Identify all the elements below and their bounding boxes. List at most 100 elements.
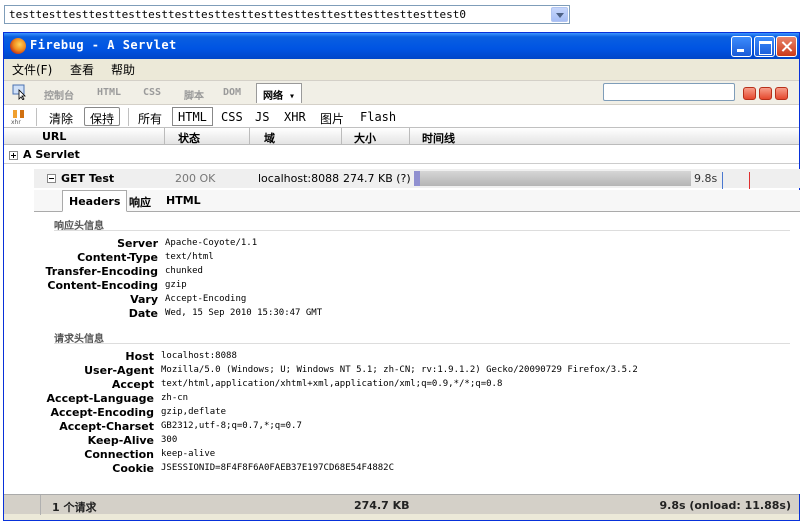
response-header-value: gzip [165,280,187,290]
search-input[interactable] [603,83,735,101]
section-divider [54,230,790,231]
column-status[interactable]: 状态 [178,130,200,146]
request-header-value: GB2312,utf-8;q=0.7,*;q=0.7 [161,421,302,431]
column-size[interactable]: 大小 [354,130,376,146]
response-header-name: Server [117,237,158,250]
request-header-value: gzip,deflate [161,407,227,417]
total-time: 9.8s (onload: 11.88s) [659,499,791,512]
tab-console[interactable]: 控制台 [44,87,74,102]
net-filter-toolbar: xhr 清除 保持 所有 HTML CSS JS XHR 图片 Flash [4,104,799,128]
request-count: 1 个请求 [52,501,97,514]
tab-css[interactable]: CSS [143,87,161,98]
tab-dom[interactable]: DOM [223,87,241,98]
firebug-detach-button[interactable] [759,87,772,100]
filter-flash[interactable]: Flash [360,110,396,124]
onload-marker [749,172,750,189]
net-column-header: URL 状态 域 大小 时间线 [4,128,799,145]
panel-toolbar: 控制台 HTML CSS 脚本 DOM 网络 ▾ [4,80,799,104]
window-title: Firebug - A Servlet [30,38,177,52]
request-size: 274.7 KB (?) [343,172,411,185]
column-separator [409,128,410,145]
dom-content-loaded-marker [722,172,723,189]
page-group-row[interactable]: A Servlet [4,145,799,164]
response-header-name: Content-Type [77,251,158,264]
tab-net[interactable]: 网络 ▾ [256,83,303,103]
persist-button[interactable]: 保持 [84,107,121,126]
request-status: 200 OK [175,172,216,185]
menu-bar: 文件(F) 查看 帮助 [4,59,799,78]
request-header-value: localhost:8088 [161,351,237,361]
menu-view[interactable]: 查看 [70,61,94,78]
request-header-name: Cookie [112,462,154,475]
request-header-name: Accept-Encoding [50,406,155,419]
column-domain[interactable]: 域 [264,130,275,146]
timeline-bar [414,171,691,186]
request-header-name: Connection [84,448,154,461]
detail-tabs: Headers 响应 HTML [34,190,800,212]
firebug-minimize-button[interactable] [743,87,756,100]
tab-response[interactable]: 响应 [129,194,151,210]
title-bar[interactable]: Firebug - A Servlet [4,33,799,59]
request-header-name: Accept [111,378,154,391]
column-url[interactable]: URL [42,130,66,143]
tab-script[interactable]: 脚本 [184,87,204,102]
page-group-label: A Servlet [23,148,80,161]
request-header-value: Mozilla/5.0 (Windows; U; Windows NT 5.1;… [161,365,638,375]
request-header-name: User-Agent [84,364,154,377]
chevron-down-icon[interactable] [551,7,568,22]
net-panel: A Servlet GET Test 200 OK localhost:8088… [4,145,800,494]
request-details: Headers 响应 HTML 响应头信息 Server Apache-Coyot… [34,190,800,494]
collapse-icon[interactable] [47,174,56,183]
response-header-name: Transfer-Encoding [45,265,158,278]
request-header-value: JSESSIONID=8F4F8F6A0FAEB37E197CD68E54F48… [161,463,394,473]
filter-all[interactable]: 所有 [138,110,162,127]
response-header-value: chunked [165,266,203,276]
response-header-name: Content-Encoding [47,279,158,292]
total-size: 274.7 KB [354,499,410,512]
request-row[interactable]: GET Test 200 OK localhost:8088 274.7 KB … [34,169,800,189]
response-header-value: Apache-Coyote/1.1 [165,238,258,248]
column-separator [164,128,165,145]
response-header-value: text/html [165,252,214,262]
tab-response-html[interactable]: HTML [166,194,201,207]
xhr-icon: xhr [11,110,24,125]
response-header-name: Date [128,307,158,320]
request-header-name: Accept-Charset [59,420,154,433]
tab-html[interactable]: HTML [97,87,121,98]
filter-css[interactable]: CSS [221,110,243,124]
filter-images[interactable]: 图片 [320,110,344,127]
request-header-name: Host [125,350,154,363]
test-select-value: testtesttesttesttesttesttesttesttesttest… [9,8,466,21]
svg-text:xhr: xhr [11,119,21,125]
column-separator [341,128,342,145]
response-header-name: Vary [130,293,158,306]
request-url[interactable]: GET Test [61,172,114,185]
column-separator [249,128,250,145]
request-header-name: Accept-Language [46,392,154,405]
section-divider [54,343,790,344]
clear-button[interactable]: 清除 [49,110,73,127]
firebug-close-button[interactable] [775,87,788,100]
request-header-value: 300 [161,435,178,445]
timeline-bar-start [414,171,420,186]
menu-file[interactable]: 文件(F) [12,61,52,78]
separator [128,108,129,126]
column-timeline[interactable]: 时间线 [422,130,455,146]
minimize-button[interactable] [731,36,752,57]
expand-icon[interactable] [9,151,18,160]
summary-separator [40,495,41,515]
inspect-icon[interactable] [12,84,28,100]
net-summary-bar: 1 个请求 274.7 KB 9.8s (onload: 11.88s) [4,494,799,515]
filter-js[interactable]: JS [255,110,269,124]
tab-headers[interactable]: Headers [62,190,128,212]
menu-help[interactable]: 帮助 [111,61,135,78]
test-select[interactable]: testtesttesttesttesttesttesttesttesttest… [4,5,570,24]
filter-html[interactable]: HTML [172,107,213,126]
request-domain: localhost:8088 [258,172,340,185]
request-header-name: Keep-Alive [87,434,154,447]
request-time: 9.8s [694,172,718,185]
close-button[interactable] [776,36,797,57]
maximize-button[interactable] [754,36,775,57]
separator [36,108,37,126]
filter-xhr[interactable]: XHR [284,110,306,124]
